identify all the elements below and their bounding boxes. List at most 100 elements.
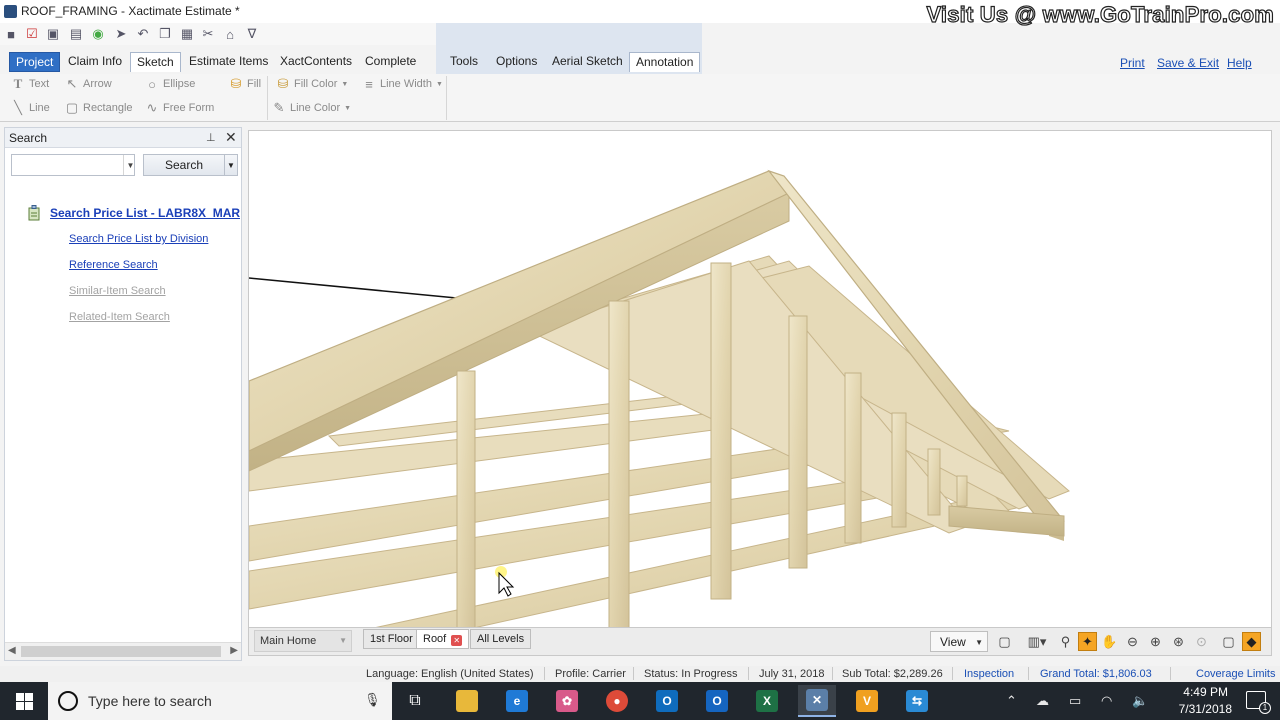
scroll-left-icon[interactable]: ◀ — [8, 645, 16, 656]
roof-framing-3d-render — [249, 169, 1070, 627]
edge-browser-icon[interactable]: e — [498, 685, 536, 717]
stamp-icon[interactable]: ⌂ — [222, 26, 238, 42]
vertical-stud — [710, 262, 732, 600]
outlook-mail-icon[interactable]: O — [698, 685, 736, 717]
excel-icon[interactable]: X — [748, 685, 786, 717]
arrow-icon: ↖ — [66, 76, 78, 91]
search-options-dropdown[interactable]: ▼ — [224, 154, 238, 176]
view-2d-icon[interactable]: ▢ — [1219, 632, 1238, 651]
task-view-icon[interactable]: ⧉ — [396, 685, 434, 717]
tab-claim-info[interactable]: Claim Info — [62, 52, 128, 72]
taskbar-search-box[interactable]: Type here to search 🎙 — [48, 682, 392, 720]
remote-app-icon[interactable]: ⇆ — [898, 685, 936, 717]
square-select-icon[interactable]: ▢ — [995, 632, 1014, 651]
grand-total-link[interactable]: Grand Total: $1,806.03 — [1040, 668, 1152, 680]
layout-icon[interactable]: ▥▾ — [1023, 632, 1051, 651]
start-button[interactable] — [0, 682, 48, 720]
cut-icon[interactable]: ✂ — [200, 26, 216, 42]
level-tab-roof[interactable]: Roof ✕ — [416, 629, 470, 649]
level-tab-1st-floor[interactable]: 1st Floor — [363, 629, 420, 649]
arrow-tool[interactable]: ↖ Arrow — [65, 76, 112, 91]
search-by-division-link[interactable]: Search Price List by Division — [69, 233, 208, 245]
search-price-list-link[interactable]: Search Price List - LABR8X_MAR18 — [50, 206, 240, 220]
zoom-out-icon[interactable]: ⊖ — [1123, 632, 1142, 651]
view-3d-icon[interactable]: ◆ — [1242, 632, 1261, 651]
xactimate-taskbar-icon[interactable]: ✕ — [798, 685, 836, 717]
inspection-link[interactable]: Inspection — [964, 668, 1014, 680]
outlook-icon[interactable]: O — [648, 685, 686, 717]
undo-icon[interactable]: ↶ — [135, 26, 151, 42]
tab-project[interactable]: Project — [9, 52, 61, 72]
fill-color-tool[interactable]: ⛁ Fill Color ▼ — [276, 76, 349, 91]
notifications-icon[interactable]: 1 — [1246, 691, 1271, 714]
microphone-icon[interactable]: 🎙 — [364, 692, 381, 710]
search-input[interactable] — [11, 154, 135, 176]
free-form-tool[interactable]: ∿ Free Form — [145, 100, 215, 115]
reference-search-link[interactable]: Reference Search — [69, 259, 158, 271]
line-color-tool[interactable]: ✎ Line Color ▼ — [272, 100, 352, 115]
zoom-in-icon[interactable]: ⊕ — [1146, 632, 1165, 651]
tab-annotation[interactable]: Annotation — [629, 52, 701, 72]
view-dropdown[interactable]: View ▼ — [930, 631, 988, 652]
print-link[interactable]: Print — [1120, 56, 1145, 70]
search-button[interactable]: Search — [143, 154, 225, 176]
line-icon: ╲ — [14, 100, 22, 115]
coverage-limits-link[interactable]: Coverage Limits — [1196, 668, 1275, 680]
pointer-icon[interactable]: ➤ — [113, 26, 129, 42]
chevron-down-icon: ▼ — [341, 80, 349, 88]
video-camera-icon[interactable]: ■ — [3, 26, 19, 42]
rectangle-tool[interactable]: ▢ Rectangle — [65, 100, 133, 115]
chevron-down-icon[interactable]: ▼ — [123, 155, 137, 175]
tab-options[interactable]: Options — [490, 52, 543, 72]
fill-tool[interactable]: ⛁ Fill — [229, 76, 262, 91]
sync-icon[interactable]: ◉ — [90, 26, 106, 42]
mouse-cursor-icon — [498, 571, 515, 597]
tab-xactcontents[interactable]: XactContents — [274, 52, 358, 72]
checklist-icon[interactable]: ☑ — [24, 26, 40, 42]
pan-hand-icon[interactable]: ✋ — [1100, 632, 1119, 651]
title-bar: ROOF_FRAMING - Xactimate Estimate * Visi… — [0, 0, 1280, 28]
sketch-3d-viewport[interactable] — [248, 130, 1272, 628]
volume-icon[interactable]: 🔈 — [1132, 693, 1148, 709]
brand-v-icon[interactable]: ∇ — [244, 26, 260, 42]
tab-aerial-sketch[interactable]: Aerial Sketch — [546, 52, 629, 72]
close-icon[interactable]: ✕ — [225, 129, 237, 146]
line-tool[interactable]: ╲ Line — [11, 100, 50, 115]
tray-chevron-up-icon[interactable]: ⌃ — [1006, 693, 1017, 709]
battery-icon[interactable]: ▭ — [1069, 693, 1081, 709]
tab-estimate-items[interactable]: Estimate Items — [183, 52, 274, 72]
walk-icon[interactable]: ⚲ — [1056, 632, 1075, 651]
vectorize-app-icon[interactable]: V — [848, 685, 886, 717]
copy-items-icon[interactable]: ❐ — [157, 26, 173, 42]
line-width-tool[interactable]: ≡ Line Width ▼ — [362, 77, 443, 92]
zoom-extents-icon[interactable]: ⊛ — [1169, 632, 1188, 651]
pin-icon[interactable]: ⊥ — [206, 131, 216, 144]
paste-icon[interactable]: ▦ — [179, 26, 195, 42]
level-tab-all-levels[interactable]: All Levels — [470, 629, 532, 649]
ellipse-tool[interactable]: ○ Ellipse — [145, 77, 195, 92]
status-date: July 31, 2018 — [759, 668, 825, 680]
file-explorer-icon[interactable] — [448, 685, 486, 717]
level-select[interactable]: Main Home ▼ — [254, 630, 352, 652]
tab-complete[interactable]: Complete — [359, 52, 422, 72]
paint-app-icon[interactable]: ✿ — [548, 685, 586, 717]
tab-tools[interactable]: Tools — [444, 52, 484, 72]
onedrive-icon[interactable]: ☁ — [1036, 693, 1049, 709]
tab-sketch[interactable]: Sketch — [130, 52, 181, 72]
chrome-icon[interactable]: ● — [598, 685, 636, 717]
orbit-icon[interactable]: ✦ — [1078, 632, 1097, 651]
copy-icon[interactable]: ▣ — [45, 26, 61, 42]
notification-count: 1 — [1259, 702, 1271, 714]
save-exit-link[interactable]: Save & Exit — [1157, 56, 1219, 70]
close-icon[interactable]: ✕ — [451, 635, 463, 646]
wifi-icon[interactable]: ◠ — [1101, 693, 1112, 709]
scroll-right-icon[interactable]: ▶ — [230, 645, 238, 656]
scrollbar-thumb[interactable] — [21, 646, 221, 657]
horizontal-scrollbar[interactable]: ◀ ▶ — [5, 642, 241, 660]
free-form-icon: ∿ — [146, 100, 158, 115]
clock-time[interactable]: 4:49 PM — [1183, 685, 1228, 699]
clock-date[interactable]: 7/31/2018 — [1179, 702, 1232, 716]
text-tool[interactable]: T Text — [11, 76, 50, 91]
save-icon[interactable]: ▤ — [68, 26, 84, 42]
help-link[interactable]: Help — [1227, 56, 1252, 70]
